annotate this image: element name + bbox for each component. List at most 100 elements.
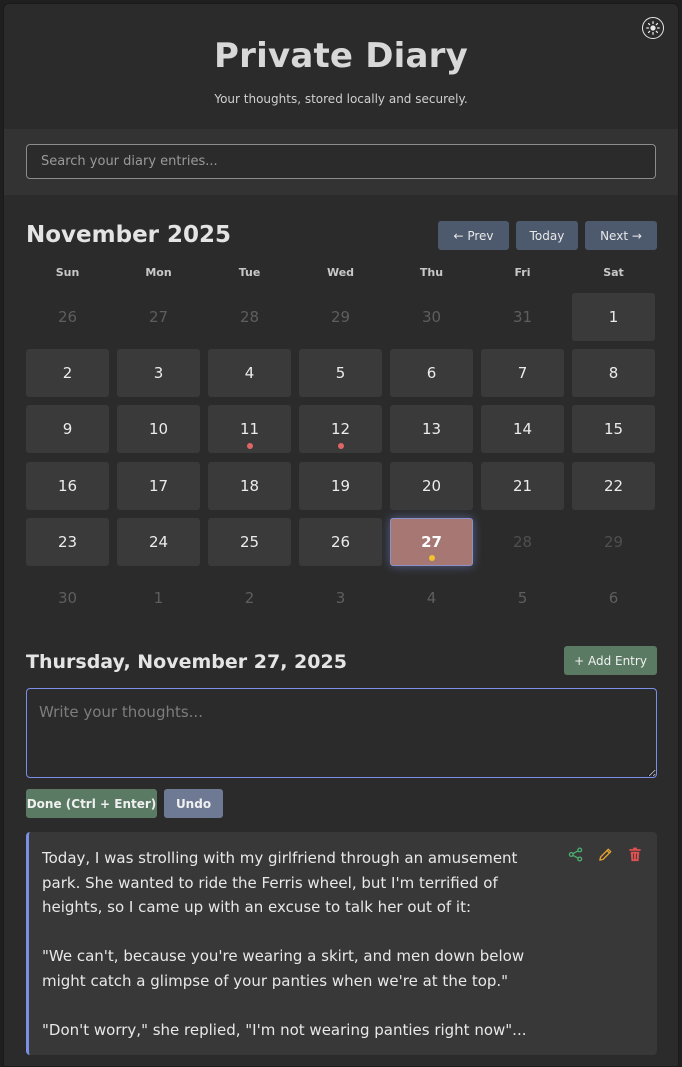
day-number: 26 xyxy=(57,308,78,326)
entry-textarea[interactable] xyxy=(26,688,657,778)
day-number: 23 xyxy=(57,532,78,551)
calendar-day[interactable]: 13 xyxy=(390,405,473,454)
edit-icon[interactable] xyxy=(597,846,613,862)
selected-date-heading: Thursday, November 27, 2025 xyxy=(26,651,347,673)
calendar-day[interactable]: 30 xyxy=(390,293,473,341)
calendar-day[interactable]: 20 xyxy=(390,461,473,510)
entry-indicator-dot xyxy=(246,443,253,450)
sun-icon xyxy=(646,21,660,35)
calendar-day[interactable]: 11 xyxy=(208,405,291,454)
next-month-button[interactable]: Next → xyxy=(585,221,657,250)
done-button[interactable]: Done (Ctrl + Enter) xyxy=(26,789,157,818)
weekday-tue: Tue xyxy=(238,266,261,279)
day-number: 29 xyxy=(603,532,624,551)
calendar-day[interactable]: 4 xyxy=(208,349,291,398)
calendar-day[interactable]: 14 xyxy=(481,405,564,454)
calendar-day[interactable]: 23 xyxy=(26,517,109,566)
calendar-day[interactable]: 21 xyxy=(481,461,564,510)
day-number: 27 xyxy=(148,308,169,326)
calendar-day[interactable]: 15 xyxy=(572,405,655,454)
calendar-day[interactable]: 28 xyxy=(208,293,291,341)
calendar-day-selected[interactable]: 27 xyxy=(390,517,473,566)
undo-button[interactable]: Undo xyxy=(164,789,223,818)
day-number: 26 xyxy=(330,532,351,551)
day-number: 10 xyxy=(148,420,169,439)
today-button[interactable]: Today xyxy=(516,221,578,250)
weekday-sat: Sat xyxy=(603,266,624,279)
calendar-day[interactable]: 18 xyxy=(208,461,291,510)
search-bar xyxy=(4,129,678,195)
calendar-day[interactable]: 3 xyxy=(117,349,200,398)
day-number: 5 xyxy=(517,589,528,607)
calendar-day[interactable]: 25 xyxy=(208,517,291,566)
day-number: 6 xyxy=(426,364,437,383)
share-icon[interactable] xyxy=(567,846,583,862)
calendar-day[interactable]: 16 xyxy=(26,461,109,510)
day-number: 22 xyxy=(603,476,624,495)
day-number: 16 xyxy=(57,476,78,495)
day-number: 3 xyxy=(153,364,164,383)
calendar-day[interactable]: 17 xyxy=(117,461,200,510)
add-entry-button[interactable]: + Add Entry xyxy=(564,646,657,675)
day-number: 2 xyxy=(244,589,255,607)
calendar-day[interactable]: 30 xyxy=(26,574,109,622)
calendar-day[interactable]: 28 xyxy=(481,518,564,566)
calendar-day[interactable]: 19 xyxy=(299,461,382,510)
day-number: 4 xyxy=(244,364,255,383)
day-number: 11 xyxy=(239,420,260,439)
calendar-day[interactable]: 6 xyxy=(390,349,473,398)
calendar-day[interactable]: 6 xyxy=(572,574,655,622)
entry-indicator-dot xyxy=(428,554,435,561)
day-number: 29 xyxy=(330,308,351,326)
diary-app: Private Diary Your thoughts, stored loca… xyxy=(3,3,679,1067)
entry-actions xyxy=(567,846,643,862)
search-input[interactable] xyxy=(26,144,656,179)
day-number: 9 xyxy=(62,420,73,439)
calendar-day[interactable]: 1 xyxy=(572,293,655,341)
weekday-fri: Fri xyxy=(514,266,531,279)
calendar-day[interactable]: 29 xyxy=(299,293,382,341)
day-number: 1 xyxy=(153,589,164,607)
day-number: 20 xyxy=(421,476,442,495)
calendar-day[interactable]: 29 xyxy=(572,518,655,566)
day-number: 21 xyxy=(512,476,533,495)
day-number: 6 xyxy=(608,589,619,607)
entry-text: Today, I was strolling with my girlfrien… xyxy=(42,849,527,1039)
calendar-day[interactable]: 2 xyxy=(26,349,109,398)
calendar-day[interactable]: 4 xyxy=(390,574,473,622)
calendar-day[interactable]: 5 xyxy=(481,574,564,622)
day-number: 13 xyxy=(421,420,442,439)
calendar-day[interactable]: 26 xyxy=(26,293,109,341)
calendar-day[interactable]: 1 xyxy=(117,574,200,622)
day-number: 18 xyxy=(239,476,260,495)
day-number: 3 xyxy=(335,589,346,607)
calendar-day[interactable]: 9 xyxy=(26,405,109,454)
calendar-day[interactable]: 12 xyxy=(299,405,382,454)
calendar-day[interactable]: 27 xyxy=(117,293,200,341)
day-number: 15 xyxy=(603,420,624,439)
weekday-sun: Sun xyxy=(55,266,80,279)
day-number: 7 xyxy=(517,364,528,383)
day-number: 17 xyxy=(148,476,169,495)
calendar-day[interactable]: 2 xyxy=(208,574,291,622)
theme-toggle-button[interactable] xyxy=(642,17,664,39)
day-number: 30 xyxy=(57,589,78,607)
delete-icon[interactable] xyxy=(627,846,643,862)
day-number: 25 xyxy=(239,532,260,551)
day-number: 19 xyxy=(330,476,351,495)
calendar-day[interactable]: 24 xyxy=(117,517,200,566)
calendar-day[interactable]: 10 xyxy=(117,405,200,454)
calendar-day[interactable]: 22 xyxy=(572,461,655,510)
weekday-mon: Mon xyxy=(145,266,172,279)
calendar-day[interactable]: 8 xyxy=(572,349,655,398)
calendar-day[interactable]: 26 xyxy=(299,517,382,566)
entry-indicator-dot xyxy=(337,443,344,450)
app-title: Private Diary xyxy=(214,36,468,76)
calendar-day[interactable]: 31 xyxy=(481,293,564,341)
calendar-day[interactable]: 7 xyxy=(481,349,564,398)
app-subtitle: Your thoughts, stored locally and secure… xyxy=(214,92,468,106)
prev-month-button[interactable]: ← Prev xyxy=(438,221,509,250)
calendar-day[interactable]: 3 xyxy=(299,574,382,622)
calendar-day[interactable]: 5 xyxy=(299,349,382,398)
month-title: November 2025 xyxy=(26,222,232,248)
